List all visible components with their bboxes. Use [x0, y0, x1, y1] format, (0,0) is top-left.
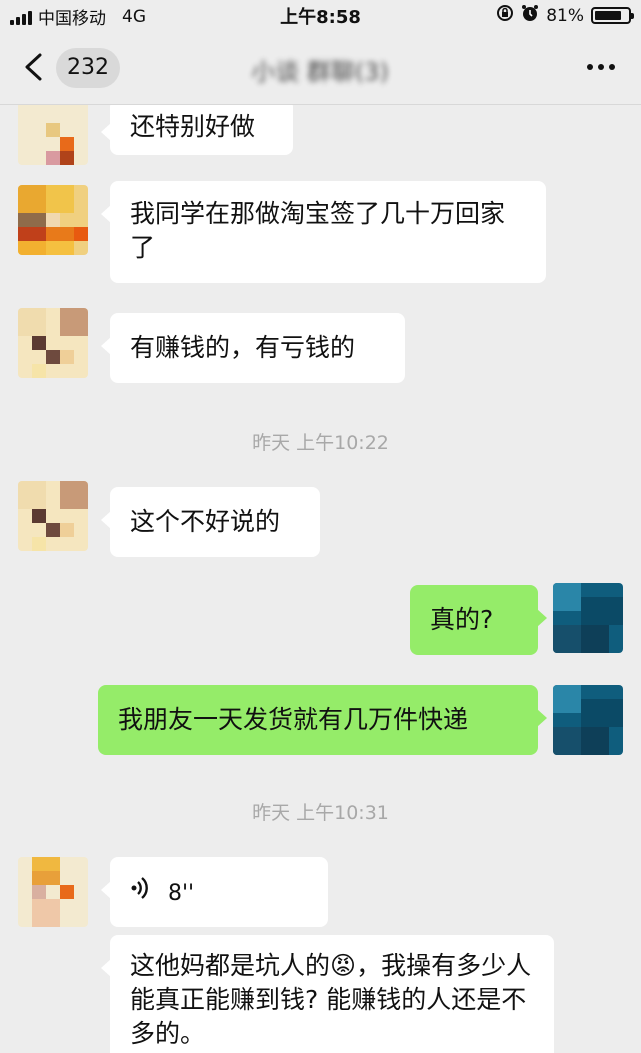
message-text: 我朋友一天发货就有几万件快递	[118, 705, 469, 734]
message-bubble[interactable]: 还特别好做	[101, 105, 293, 155]
avatar[interactable]	[18, 481, 88, 551]
battery-percent: 81%	[546, 5, 584, 26]
message-text: 还特别好做	[130, 112, 256, 141]
avatar[interactable]	[18, 185, 88, 255]
message-text: 我同学在那做淘宝签了几十万回家了	[130, 199, 506, 262]
timestamp: 昨天 上午10:31	[252, 802, 389, 824]
voice-wave-icon	[130, 875, 150, 909]
message-list[interactable]: 还特别好做 我同学在那做淘宝签了几十万回家了 有赚钱的，有亏钱的 昨天 上午10…	[0, 105, 641, 1053]
message-bubble[interactable]: 这他妈都是坑人的😡，我操有多少人能真正能赚到钱? 能赚钱的人还是不多的。	[101, 935, 554, 1053]
message-text: 这个不好说的	[130, 507, 281, 536]
avatar[interactable]	[18, 857, 88, 927]
timestamp: 昨天 上午10:22	[252, 432, 389, 454]
battery-fill	[595, 11, 621, 20]
avatar[interactable]	[18, 308, 88, 378]
orientation-lock-icon	[496, 4, 514, 27]
message-text: 真的?	[430, 605, 494, 634]
chat-title: 小谈 群聊(3)	[251, 58, 389, 86]
message-bubble[interactable]: 这个不好说的	[101, 487, 320, 557]
voice-duration: 8''	[168, 881, 195, 906]
chevron-left-icon[interactable]	[22, 52, 46, 82]
avatar[interactable]	[18, 105, 88, 165]
voice-message-bubble[interactable]: 8''	[101, 857, 328, 927]
message-bubble[interactable]: 有赚钱的，有亏钱的	[101, 313, 405, 383]
status-right: 81%	[496, 4, 634, 27]
alarm-icon	[521, 4, 539, 27]
unread-count-badge[interactable]: 232	[56, 48, 120, 88]
battery-icon	[591, 7, 634, 24]
status-bar: 中国移动 4G 上午8:58 81%	[0, 0, 641, 30]
message-bubble[interactable]: 我朋友一天发货就有几万件快递	[98, 685, 547, 755]
message-bubble[interactable]: 我同学在那做淘宝签了几十万回家了	[101, 181, 546, 283]
message-bubble[interactable]: 真的?	[410, 585, 547, 655]
avatar[interactable]	[553, 583, 623, 653]
message-text: 有赚钱的，有亏钱的	[130, 333, 356, 362]
chat-header: 232 小谈 群聊(3)	[0, 30, 641, 105]
message-text: 这他妈都是坑人的😡，我操有多少人能真正能赚到钱? 能赚钱的人还是不多的。	[130, 951, 532, 1048]
avatar[interactable]	[553, 685, 623, 755]
more-icon[interactable]	[587, 64, 615, 70]
